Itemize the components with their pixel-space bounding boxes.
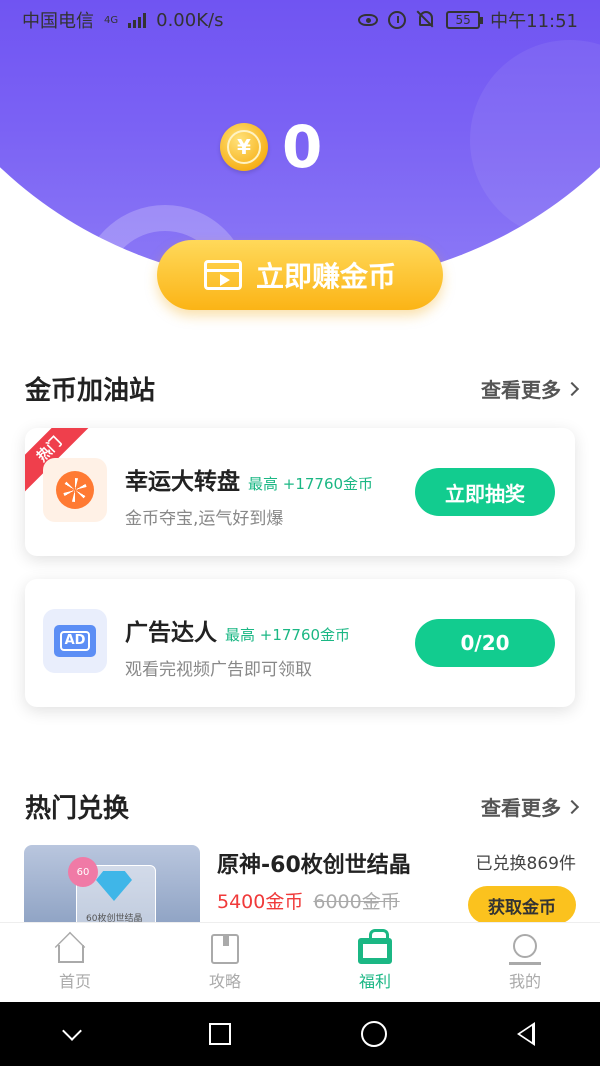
tab-profile[interactable]: 我的	[450, 923, 600, 1002]
network-speed: 0.00K/s	[156, 9, 224, 31]
card-desc: 观看完视频广告即可领取	[125, 660, 312, 680]
tab-guide[interactable]: 攻略	[150, 923, 300, 1002]
ad-master-card[interactable]: AD 广告达人 最高 +17760金币 观看完视频广告即可领取 0/20	[25, 579, 575, 707]
video-icon	[203, 260, 242, 290]
home-icon	[58, 944, 84, 963]
wheel-icon-box	[43, 458, 107, 522]
wheel-icon	[56, 471, 94, 509]
earn-coins-button[interactable]: 立即赚金币	[157, 240, 443, 310]
product-image: 60 60枚创世结晶	[24, 845, 200, 925]
product-badge: 60	[68, 857, 98, 887]
tab-label: 攻略	[208, 971, 241, 991]
tab-home[interactable]: 首页	[0, 923, 150, 1002]
alarm-icon	[388, 11, 407, 29]
back-icon[interactable]	[517, 1022, 535, 1046]
coin-balance: ¥ 0	[220, 118, 322, 176]
tab-label: 首页	[58, 971, 91, 991]
tab-label: 我的	[508, 971, 541, 991]
tab-welfare[interactable]: 福利	[300, 923, 450, 1002]
card-title: 幸运大转盘 最高 +17760金币	[125, 469, 374, 495]
view-more-link[interactable]: 查看更多	[481, 374, 580, 403]
network-type: 4G	[104, 14, 119, 26]
eye-icon	[358, 11, 379, 29]
product-name: 原神-60枚创世结晶	[217, 853, 411, 878]
chevron-right-icon	[564, 381, 580, 396]
card-reward: 最高 +17760金币	[225, 626, 351, 644]
coin-icon: ¥	[220, 123, 268, 171]
exchange-item[interactable]: 60 60枚创世结晶 原神-60枚创世结晶 5400金币 6000金币 已兑换86…	[24, 845, 600, 925]
lottery-button[interactable]: 立即抽奖	[415, 468, 555, 516]
profile-icon	[509, 933, 541, 965]
carrier-label: 中国电信	[22, 11, 94, 32]
gas-station-header: 金币加油站 查看更多	[25, 370, 580, 407]
hot-exchange-header: 热门兑换 查看更多	[25, 788, 580, 825]
lucky-wheel-card[interactable]: 热门 幸运大转盘 最高 +17760金币 金币夺宝,运气好到爆 立即抽奖	[25, 428, 575, 556]
system-nav-bar	[0, 1002, 600, 1066]
card-title: 广告达人 最高 +17760金币	[125, 620, 351, 646]
hide-nav-icon[interactable]	[62, 1021, 82, 1041]
ad-progress-button[interactable]: 0/20	[415, 619, 555, 667]
sold-count: 已兑换869件	[475, 854, 576, 874]
section-title: 热门兑换	[25, 794, 130, 824]
recent-apps-icon[interactable]	[209, 1023, 231, 1045]
card-reward: 最高 +17760金币	[248, 475, 374, 493]
view-more-link[interactable]: 查看更多	[481, 792, 580, 821]
ad-tv-icon: AD	[54, 625, 96, 657]
chevron-right-icon	[564, 799, 580, 814]
get-coins-button[interactable]: 获取金币	[468, 886, 576, 924]
home-circle-icon[interactable]	[361, 1021, 387, 1047]
mute-bell-icon	[416, 11, 436, 29]
earn-coins-label: 立即赚金币	[255, 260, 396, 293]
gift-icon	[358, 928, 392, 964]
bottom-tabbar: 首页 攻略 福利 我的	[0, 922, 600, 1002]
book-icon	[211, 933, 239, 964]
card-desc: 金币夺宝,运气好到爆	[125, 509, 284, 529]
battery-icon: 55	[446, 11, 484, 29]
status-bar: 中国电信 4G 0.00K/s 55 中午11:51	[0, 0, 600, 40]
clock-time: 中午11:51	[490, 11, 578, 32]
product-price: 5400金币 6000金币	[217, 891, 400, 913]
original-price: 6000金币	[313, 891, 400, 913]
ad-icon-box: AD	[43, 609, 107, 673]
tab-label: 福利	[358, 971, 391, 991]
signal-icon	[128, 12, 147, 28]
coin-count: 0	[282, 113, 323, 181]
section-title: 金币加油站	[25, 376, 156, 406]
